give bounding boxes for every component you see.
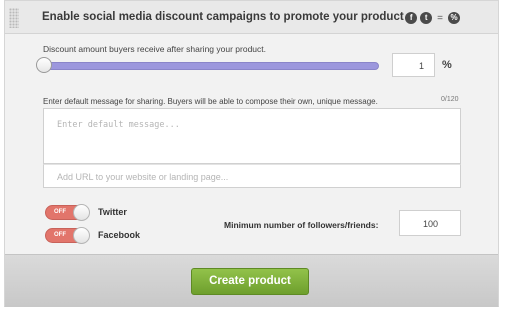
twitter-icon: t xyxy=(420,12,433,24)
facebook-icon: f xyxy=(405,12,418,24)
equals-icon: = xyxy=(437,12,443,24)
min-followers-input[interactable]: 100 xyxy=(399,210,461,236)
toggle-thumb[interactable] xyxy=(73,227,90,244)
discount-value-group: 1 % xyxy=(392,53,460,79)
social-campaign-panel: Enable social media discount campaigns t… xyxy=(4,0,499,307)
discount-slider[interactable] xyxy=(36,57,384,75)
percent-sign: % xyxy=(442,59,452,71)
message-label: Enter default message for sharing. Buyer… xyxy=(43,97,378,106)
twitter-label: Twitter xyxy=(98,207,127,217)
twitter-toggle[interactable]: OFF xyxy=(45,204,90,221)
min-followers-label: Minimum number of followers/friends: xyxy=(224,220,379,230)
character-counter: 0/120 xyxy=(441,96,459,103)
toggle-state-label: OFF xyxy=(54,209,66,215)
header-icons: f t = % xyxy=(405,12,460,24)
discount-icon: % xyxy=(448,12,460,24)
panel-footer: Create product xyxy=(5,254,498,307)
discount-input[interactable]: 1 xyxy=(392,53,435,77)
create-product-button[interactable]: Create product xyxy=(191,268,309,295)
slider-knob[interactable] xyxy=(36,57,52,73)
url-input[interactable]: Add URL to your website or landing page.… xyxy=(43,164,461,188)
default-message-textarea[interactable]: Enter default message... xyxy=(43,108,461,164)
section-title: Enable social media discount campaigns t… xyxy=(42,11,404,23)
section-header: Enable social media discount campaigns t… xyxy=(5,0,498,34)
toggle-state-label: OFF xyxy=(54,232,66,238)
slider-track[interactable] xyxy=(44,62,379,70)
facebook-label: Facebook xyxy=(98,230,141,240)
discount-label: Discount amount buyers receive after sha… xyxy=(43,44,267,54)
drag-handle-icon[interactable] xyxy=(9,8,19,28)
facebook-toggle[interactable]: OFF xyxy=(45,227,90,244)
toggle-thumb[interactable] xyxy=(73,204,90,221)
